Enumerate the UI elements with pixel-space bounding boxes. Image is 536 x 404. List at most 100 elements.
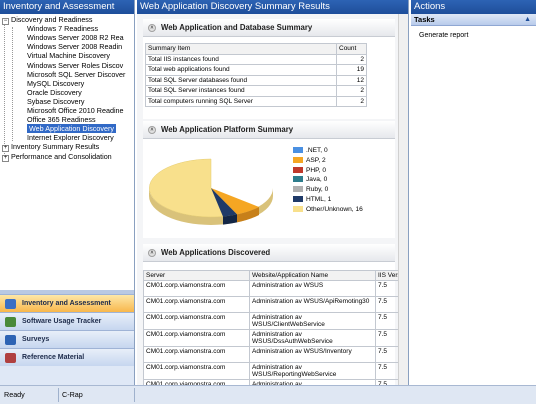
- platform-pie-chart: [149, 158, 273, 225]
- tree-item-label: Virtual Machine Discovery: [27, 51, 110, 61]
- collapse-icon[interactable]: ˄: [148, 24, 156, 32]
- table-row[interactable]: CM01.corp.viamonstra.com Administration a…: [143, 329, 406, 347]
- legend-label: Ruby, 0: [306, 186, 329, 194]
- legend-label: .NET, 0: [306, 147, 328, 154]
- apps-section: ˄ Web Applications Discovered Server Web…: [143, 244, 406, 385]
- tree-item-label: Microsoft SQL Server Discover: [27, 69, 126, 79]
- collapse-icon[interactable]: −: [2, 18, 9, 25]
- apps-name-cell: Administration av WSUS/ClientWebService: [249, 312, 376, 330]
- tree-item-label: Office 365 Readiness: [27, 115, 96, 125]
- inventory-icon: [5, 299, 16, 309]
- legend-entry: .NET, 0: [293, 147, 328, 155]
- table-row[interactable]: CM01.corp.viamonstra.com Administration a…: [143, 296, 406, 313]
- collapse-up-icon[interactable]: ▲: [524, 14, 531, 26]
- actions-title: Actions: [411, 0, 536, 14]
- column-header[interactable]: Website/Application Name: [249, 270, 376, 281]
- table-row[interactable]: CM01.corp.viamonstra.com Administration a…: [143, 312, 406, 330]
- tree-item[interactable]: Oracle Discovery: [27, 88, 82, 97]
- expand-icon[interactable]: +: [2, 154, 9, 162]
- tasks-heading: Tasks: [414, 15, 435, 24]
- tree-item[interactable]: Web Application Discovery: [27, 124, 116, 134]
- summary-item-cell: Total SQL Server instances found: [145, 85, 337, 97]
- legend-swatch: [293, 156, 303, 163]
- column-header[interactable]: Count: [336, 43, 367, 55]
- status-divider: [58, 388, 59, 402]
- apps-name-cell: Administration av WSUS/ApiRemoting30: [249, 296, 376, 313]
- table-row[interactable]: CM01.corp.viamonstra.com Administration a…: [143, 280, 406, 297]
- tree-item[interactable]: MySQL Discovery: [27, 79, 84, 88]
- column-header[interactable]: Server: [143, 270, 250, 281]
- tree-item[interactable]: Internet Explorer Discovery: [27, 133, 114, 142]
- tasks-header[interactable]: Tasks ▲: [411, 14, 536, 26]
- summary-table: Summary Item Count Total IIS instances f…: [145, 43, 367, 107]
- apps-heading: Web Applications Discovered: [161, 248, 271, 257]
- summary-item-cell: Total IIS instances found: [145, 53, 337, 65]
- nav-item[interactable]: Surveys: [0, 330, 134, 348]
- legend-swatch: [293, 205, 303, 212]
- apps-section-header[interactable]: ˄ Web Applications Discovered: [143, 244, 395, 262]
- summary-count-cell: 2: [336, 53, 367, 65]
- legend-entry: PHP, 0: [293, 166, 327, 175]
- legend-swatch: [293, 186, 303, 193]
- legend-label: ASP, 2: [306, 156, 326, 164]
- table-row[interactable]: Total computers running SQL Server 2: [145, 95, 367, 107]
- nav-item[interactable]: Software Usage Tracker: [0, 312, 134, 330]
- results-pane: Web Application Discovery Summary Result…: [137, 0, 409, 385]
- tree-item[interactable]: Office 365 Readiness: [27, 115, 96, 124]
- tree-item[interactable]: Microsoft SQL Server Discover: [27, 70, 125, 79]
- status-server: C-Rap: [62, 390, 83, 399]
- vertical-scrollbar[interactable]: [398, 14, 408, 385]
- tree-item-label: MySQL Discovery: [27, 78, 85, 88]
- apps-server-cell: CM01.corp.viamonstra.com: [143, 296, 250, 313]
- tree-item[interactable]: Windows Server 2008 Readin: [27, 42, 122, 51]
- apps-server-cell: CM01.corp.viamonstra.com: [143, 280, 250, 297]
- column-header[interactable]: Summary Item: [145, 43, 337, 55]
- tree-item-label: Microsoft Office 2010 Readine: [27, 106, 124, 115]
- tree-item-label: Web Application Discovery: [29, 124, 114, 134]
- results-title: Web Application Discovery Summary Result…: [137, 0, 408, 14]
- summary-count-cell: 2: [336, 95, 367, 107]
- tree-item[interactable]: Windows Server 2008 R2 Rea: [27, 33, 124, 42]
- tree-item[interactable]: Virtual Machine Discovery: [27, 51, 110, 60]
- table-row[interactable]: Total IIS instances found 2: [145, 53, 367, 65]
- tree-item[interactable]: − Discovery and Readiness: [2, 15, 93, 25]
- legend-entry: HTML, 1: [293, 196, 331, 204]
- collapse-icon[interactable]: ˄: [148, 126, 156, 134]
- table-row[interactable]: CM01.corp.viamonstra.com Administration a…: [143, 346, 406, 363]
- legend-entry: Java, 0: [293, 176, 327, 184]
- summary-count-cell: 19: [336, 64, 367, 76]
- table-row[interactable]: Total web applications found 19: [145, 64, 367, 76]
- apps-name-cell: Administration av WSUS/DssAuthWebService: [249, 329, 376, 347]
- actions-pane: Actions Tasks ▲ Generate report: [411, 0, 536, 385]
- tree-item[interactable]: Microsoft Office 2010 Readine: [27, 106, 124, 115]
- tree-item[interactable]: Windows Server Roles Discov: [27, 61, 123, 70]
- summary-item-cell: Total computers running SQL Server: [145, 95, 337, 107]
- table-row[interactable]: Total SQL Server databases found 12: [145, 74, 367, 86]
- summary-section-header[interactable]: ˄ Web Application and Database Summary: [143, 19, 395, 37]
- tree-item[interactable]: Windows 7 Readiness: [27, 24, 98, 33]
- apps-name-cell: Administration av WSUS: [249, 280, 376, 297]
- nav-item[interactable]: Reference Material: [0, 348, 134, 366]
- legend-label: HTML, 1: [306, 196, 332, 203]
- tree-item-label: Oracle Discovery: [27, 87, 82, 97]
- status-divider: [134, 388, 135, 402]
- platform-section: ˄ Web Application Platform Summary .NET,…: [143, 121, 395, 238]
- generate-report-link[interactable]: Generate report: [419, 32, 468, 39]
- tree-item[interactable]: + Inventory Summary Results: [2, 142, 99, 153]
- nav-item-label: Inventory and Assessment: [22, 300, 111, 307]
- table-row[interactable]: CM01.corp.viamonstra.com Administration a…: [143, 362, 406, 380]
- tree-item[interactable]: Sybase Discovery: [27, 97, 85, 106]
- legend-label: PHP, 0: [306, 166, 327, 174]
- nav-item-label: Reference Material: [22, 354, 85, 361]
- platform-section-header[interactable]: ˄ Web Application Platform Summary: [143, 121, 395, 139]
- tree-pane-title: Inventory and Assessment: [0, 0, 134, 14]
- survey-icon: [5, 335, 16, 345]
- table-row[interactable]: Total SQL Server instances found 2: [145, 85, 367, 97]
- nav-item[interactable]: Inventory and Assessment: [0, 294, 134, 312]
- tree-item-label: Performance and Consolidation: [11, 151, 112, 161]
- tree-item[interactable]: + Performance and Consolidation: [2, 151, 112, 162]
- platform-heading: Web Application Platform Summary: [161, 125, 294, 134]
- nav-item-label: Surveys: [22, 336, 50, 343]
- summary-count-cell: 2: [336, 85, 367, 97]
- collapse-icon[interactable]: ˄: [148, 249, 156, 257]
